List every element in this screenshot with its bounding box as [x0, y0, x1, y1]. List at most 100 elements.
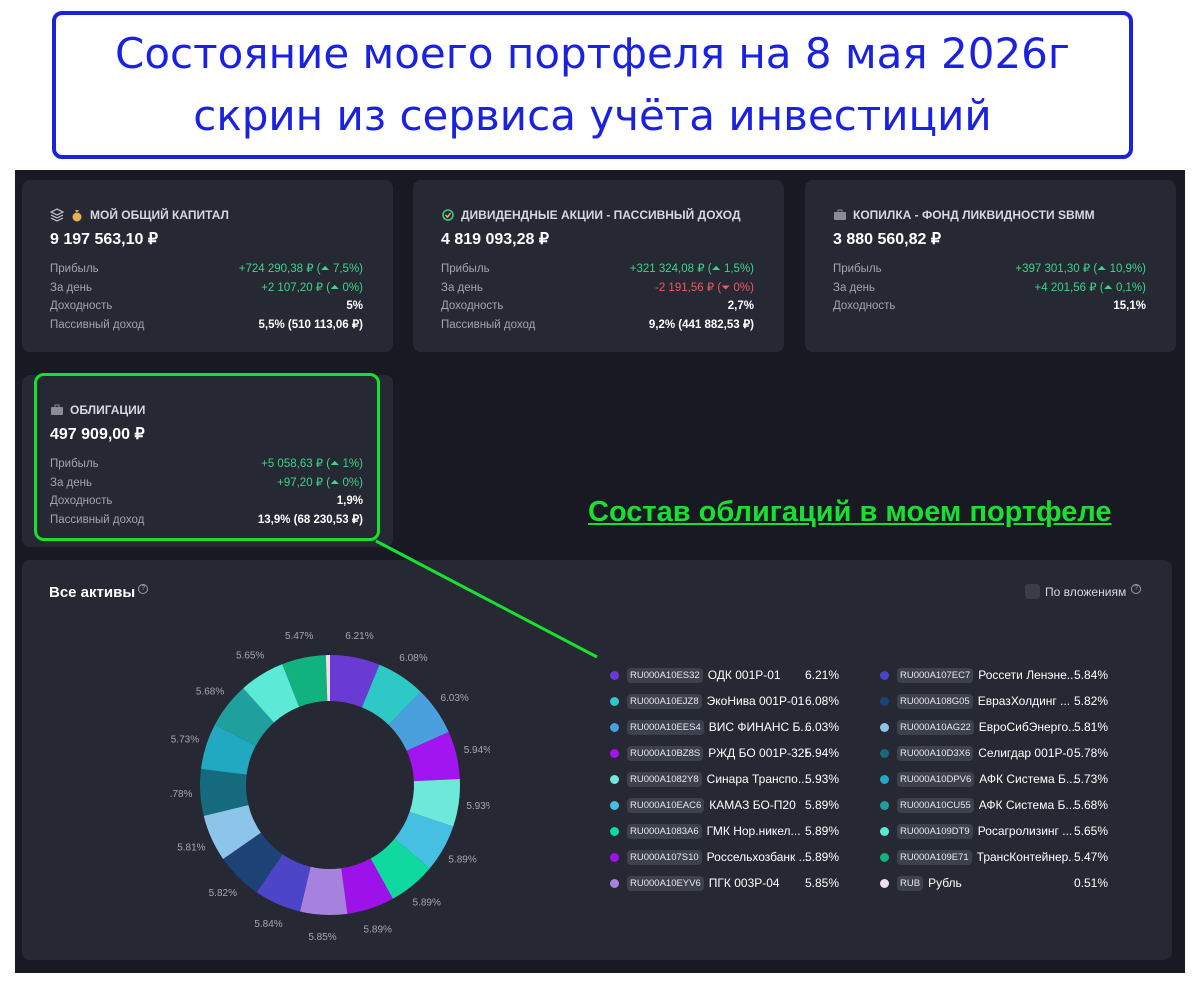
- card-total-capital[interactable]: МОЙ ОБЩИЙ КАПИТАЛ 9 197 563,10 ₽ Прибыль…: [22, 180, 393, 352]
- donut-svg: 6.21% 6.08% 6.03% 5.94% 5.93% 5.89% 5.89% 5.89%…: [170, 631, 490, 943]
- stat-row: Прибыль +397 301,30 ₽ (⏶ 10,9%): [833, 260, 1146, 279]
- slice-percent-label: 5.89%: [448, 854, 476, 865]
- isin-tag: RUB: [897, 875, 924, 891]
- layers-icon: [49, 208, 65, 222]
- legend-item[interactable]: RU000A107EC7 Россети Ленэне...: [880, 665, 1074, 685]
- legend-item[interactable]: RU000A109DT9 Росагролизинг ...: [880, 821, 1072, 841]
- stat-label: Доходность: [441, 300, 504, 312]
- isin-tag: RU000A109E71: [897, 849, 972, 865]
- stat-label: Прибыль: [833, 263, 882, 275]
- legend-item[interactable]: RU000A10BZ8S РЖД БО 001Р-32R: [610, 743, 808, 763]
- stat-value: +4 201,56 ₽ (⏶ 0,1%): [1034, 281, 1146, 294]
- isin-tag: RU000A1083A6: [627, 823, 702, 839]
- card-total-value: 4 819 093,28 ₽: [441, 231, 550, 248]
- stat-label: Доходность: [833, 300, 896, 312]
- legend-color-dot: [610, 800, 619, 810]
- legend-label: АФК Система Б...: [978, 798, 1075, 812]
- legend-label: ГМК Нор.никел...: [706, 824, 801, 838]
- briefcase-icon: [833, 208, 847, 222]
- legend-item[interactable]: RU000A107S10 Россельхозбанк ...: [610, 847, 807, 867]
- isin-tag: RU000A10EYV6: [627, 875, 704, 891]
- stat-row: Прибыль +321 324,08 ₽ (⏶ 1,5%): [441, 260, 754, 279]
- legend-item[interactable]: RU000A10EAC6 КАМАЗ БО-П20: [610, 795, 796, 815]
- slice-percent-label: 5.82%: [209, 888, 237, 899]
- isin-tag: RU000A10AG22: [897, 719, 974, 735]
- slice-percent-label: 5.65%: [236, 651, 264, 662]
- slice-percent-label: 5.84%: [254, 919, 282, 930]
- by-investment-toggle[interactable]: По вложениям ?: [1025, 583, 1142, 599]
- assets-panel-title: Все активы ?: [49, 584, 149, 601]
- legend-item[interactable]: RU000A10EES4 ВИС ФИНАНС Б...: [610, 717, 809, 737]
- legend-item[interactable]: RU000A10AG22 ЕвроСибЭнерго...: [880, 717, 1075, 737]
- legend-item[interactable]: RU000A10DPV6 АФК Система Б...: [880, 769, 1075, 789]
- legend-item[interactable]: RU000A1082Y8 Синара Транспо...: [610, 769, 807, 789]
- header-banner: Состояние моего портфеля на 8 мая 2026г …: [52, 11, 1133, 159]
- legend-label: ОДК 001Р-01: [707, 668, 781, 682]
- legend-item[interactable]: RUB Рубль: [880, 873, 962, 893]
- banner-title-line: Состояние моего портфеля на 8 мая 2026г: [115, 29, 1070, 78]
- legend-color-dot: [880, 670, 889, 680]
- slice-percent-label: 5.94%: [464, 745, 490, 756]
- card-total-value: 9 197 563,10 ₽: [50, 231, 159, 248]
- stat-row: Пассивный доход 5,5% (510 113,06 ₽): [50, 316, 363, 335]
- legend-item[interactable]: RU000A10CU55 АФК Система Б...: [880, 795, 1075, 815]
- stat-value: -2 191,56 ₽ (⏷ 0%): [655, 281, 754, 294]
- highlight-caption: Состав облигаций в моем портфеле: [588, 496, 1112, 528]
- legend-label: ПГК 003Р-04: [708, 876, 780, 890]
- isin-tag: RU000A10BZ8S: [627, 745, 704, 761]
- stat-value: 2,7%: [727, 300, 754, 312]
- stat-row: За день +2 107,20 ₽ (⏶ 0%): [50, 279, 363, 298]
- isin-tag: RU000A10D3X6: [897, 745, 974, 761]
- legend-percent: 5.78%: [1074, 746, 1109, 760]
- slice-percent-label: 5.93%: [466, 801, 490, 812]
- card-dividend-stocks[interactable]: ДИВИДЕНДНЫЕ АКЦИИ - ПАССИВНЫЙ ДОХОД 4 81…: [413, 180, 784, 352]
- legend-percent: 5.94%: [805, 746, 840, 760]
- legend-label: ВИС ФИНАНС Б...: [708, 720, 809, 734]
- allocation-donut-chart: 6.21% 6.08% 6.03% 5.94% 5.93% 5.89% 5.89% 5.89%…: [170, 625, 490, 945]
- isin-tag: RU000A107EC7: [897, 667, 974, 683]
- legend-color-dot: [880, 722, 889, 732]
- legend-label: ТрансКонтейнер...: [976, 850, 1073, 864]
- legend-item[interactable]: RU000A1083A6 ГМК Нор.никел...: [610, 821, 801, 841]
- isin-tag: RU000A10EES4: [627, 719, 704, 735]
- card-liquidity-fund[interactable]: КОПИЛКА - ФОНД ЛИКВИДНОСТИ SBMM 3 880 56…: [805, 180, 1176, 352]
- slice-percent-label: 6.08%: [399, 653, 427, 664]
- stat-value: 15,1%: [1113, 300, 1146, 312]
- legend-label: Рубль: [928, 876, 962, 890]
- stat-row: Прибыль +724 290,38 ₽ (⏶ 7,5%): [50, 260, 363, 279]
- legend-label: РЖД БО 001Р-32R: [708, 746, 809, 760]
- isin-tag: RU000A10EJZ8: [627, 693, 702, 709]
- legend-item[interactable]: RU000A10ES32 ОДК 001Р-01: [610, 665, 781, 685]
- toggle-label: По вложениям: [1045, 584, 1127, 599]
- legend-item[interactable]: RU000A10D3X6 Селигдар 001Р-07: [880, 743, 1074, 763]
- stat-value: +2 107,20 ₽ (⏶ 0%): [261, 281, 363, 294]
- legend-item[interactable]: RU000A10EYV6 ПГК 003Р-04: [610, 873, 780, 893]
- stat-row: Пассивный доход 9,2% (441 882,53 ₽): [441, 316, 754, 335]
- stat-row: Доходность 5%: [50, 297, 363, 316]
- isin-tag: RU000A10ES32: [627, 667, 703, 683]
- legend-item[interactable]: RU000A10EJZ8 ЭкоНива 001Р-01: [610, 691, 804, 711]
- stat-value: +397 301,30 ₽ (⏶ 10,9%): [1015, 263, 1146, 275]
- legend-percent: 5.93%: [805, 772, 840, 786]
- legend-percent: 5.89%: [805, 850, 840, 864]
- stat-row: За день +4 201,56 ₽ (⏶ 0,1%): [833, 279, 1146, 298]
- slice-percent-label: 5.47%: [285, 631, 313, 642]
- legend-color-dot: [880, 748, 889, 758]
- legend-label: ЕвроСибЭнерго...: [978, 720, 1075, 734]
- legend-item[interactable]: RU000A109E71 ТрансКонтейнер...: [880, 847, 1073, 867]
- help-icon[interactable]: ?: [138, 584, 149, 594]
- toggle-checkbox[interactable]: [1025, 584, 1040, 599]
- isin-tag: RU000A10CU55: [897, 797, 974, 813]
- legend-percent: 5.89%: [805, 824, 840, 838]
- legend-color-dot: [610, 852, 619, 862]
- help-icon[interactable]: ?: [1131, 583, 1142, 594]
- stat-value: +321 324,08 ₽ (⏶ 1,5%): [629, 263, 754, 275]
- legend-color-dot: [880, 878, 889, 888]
- legend-item[interactable]: RU000A108G05 ЕвразХолдинг ...: [880, 691, 1070, 711]
- legend-label: ЕвразХолдинг ...: [977, 694, 1071, 708]
- legend-label: Росагролизинг ...: [977, 824, 1073, 838]
- legend-label: Синара Транспо...: [706, 772, 807, 786]
- card-stats: Прибыль +724 290,38 ₽ (⏶ 7,5%) За день +2 …: [50, 260, 363, 334]
- legend-percent: 5.81%: [1074, 720, 1109, 734]
- legend-color-dot: [610, 774, 619, 784]
